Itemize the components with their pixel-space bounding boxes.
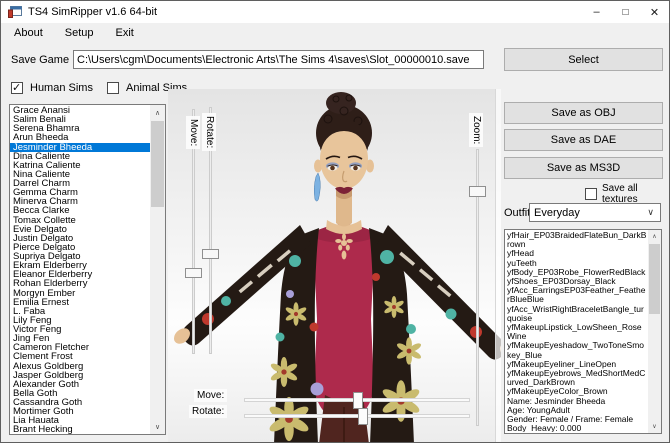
sim-list: Grace Anansi Salim Benali Serena Bhamra Aru… [10,106,150,434]
maximize-icon[interactable]: □ [611,1,640,23]
sim-list-scrollbar[interactable]: ∧ ∨ [150,105,165,434]
zoom-label: Zoom: [469,113,483,148]
chevron-down-icon: ∨ [647,207,654,217]
sim-list-item[interactable]: Tomax Collette [10,216,150,225]
scroll-down-icon[interactable]: ∨ [648,420,661,433]
sim-list-item[interactable]: Minerva Charm [10,197,150,206]
rotate-vertical-slider-thumb[interactable] [202,249,219,259]
sim-list-item[interactable]: L. Faba [10,307,150,316]
sim-list-item[interactable]: Mortimer Goth [10,407,150,416]
select-button[interactable]: Select [504,48,663,71]
scroll-up-icon[interactable]: ∧ [150,105,165,120]
move-vertical-label: Move: [186,116,200,150]
menu-bar: About Setup Exit [1,23,669,43]
zoom-slider-thumb[interactable] [469,186,486,197]
save-as-obj-button[interactable]: Save as OBJ [504,102,663,124]
close-icon[interactable]: ✕ [640,1,669,23]
animal-sims-checkbox[interactable] [107,82,119,94]
sim-list-item[interactable]: Jasper Goldberg [10,371,150,380]
move-horizontal-label: Move: [194,389,228,402]
outfit-dropdown[interactable]: Everyday ∨ [529,203,661,222]
menu-setup[interactable]: Setup [54,24,105,42]
save-all-textures-label: Save all textures [602,183,638,205]
human-sims-checkbox[interactable] [11,81,23,94]
rotate-horizontal-label: Rotate: [189,405,228,418]
sim-list-item[interactable]: Cassandra Goth [10,398,150,407]
rotate-horizontal-slider-thumb[interactable] [358,408,368,425]
save-as-dae-button[interactable]: Save as DAE [504,129,663,151]
move-vertical-slider-thumb[interactable] [185,268,202,278]
sim-list-item[interactable]: Katrina Caliente [10,161,150,170]
sim-list-item[interactable]: Lia Hauata [10,416,150,425]
sim-details-box[interactable]: yfHair_EP03BraidedFlateBun_DarkBrown yfH… [504,229,662,434]
human-sims-label: Human Sims [30,82,93,94]
rotate-vertical-label: Rotate: [202,113,216,152]
viewport-edge [495,89,501,442]
sim-list-item[interactable]: Arun Bheeda [10,133,150,142]
sim-list-item[interactable]: Gemma Charm [10,188,150,197]
sim-listbox[interactable]: Grace Anansi Salim Benali Serena Bhamra Aru… [9,104,166,435]
sim-list-item[interactable]: Victor Feng [10,325,150,334]
sim-list-item[interactable]: Cameron Fletcher [10,343,150,352]
sim-list-item[interactable]: Salim Benali [10,115,150,124]
window-title: TS4 SimRipper v1.6 64-bit [28,6,157,18]
scrollbar-thumb[interactable] [649,244,660,314]
app-icon [8,6,22,18]
sim-details-text: yfHair_EP03BraidedFlateBun_DarkBrown yfH… [507,231,647,432]
title-bar: TS4 SimRipper v1.6 64-bit – □ ✕ [1,1,669,23]
sim-list-item[interactable]: Serena Bhamra [10,124,150,133]
outfit-value: Everyday [534,206,580,219]
scrollbar-thumb[interactable] [151,121,164,207]
sim-list-item[interactable]: Dina Caliente [10,152,150,161]
sim-list-item[interactable]: Becca Clarke [10,206,150,215]
menu-about[interactable]: About [3,24,54,42]
move-horizontal-slider-thumb[interactable] [353,392,363,409]
menu-exit[interactable]: Exit [105,24,145,42]
sim-list-item[interactable]: Bella Goth [10,389,150,398]
human-sims-filter: Human Sims [11,81,93,94]
sim-list-item[interactable]: Darrel Charm [10,179,150,188]
sim-list-item[interactable]: Evie Delgato [10,225,150,234]
sim-list-item[interactable]: Grace Anansi [10,106,150,115]
sim-list-item[interactable]: Jing Fen [10,334,150,343]
sim-list-item[interactable]: Emilia Ernest [10,298,150,307]
sim-list-item[interactable]: Alexander Goth [10,380,150,389]
sim-list-item[interactable]: Alexus Goldberg [10,362,150,371]
scroll-up-icon[interactable]: ∧ [648,230,661,243]
scroll-down-icon[interactable]: ∨ [150,419,165,434]
minimize-icon[interactable]: – [582,1,611,23]
sim-list-item[interactable]: Ekram Elderberry [10,261,150,270]
preview-viewport[interactable]: Move: Rotate: Zoom: Move: Rotate: [168,89,501,442]
sim-list-item[interactable]: Eleanor Elderberry [10,270,150,279]
sim-list-item[interactable]: Supriya Delgato [10,252,150,261]
sim-list-item[interactable]: Justin Delgato [10,234,150,243]
save-all-textures-option: Save all textures [585,183,669,205]
details-scrollbar[interactable]: ∧ ∨ [648,230,661,433]
sim-list-item[interactable]: Morgyn Ember [10,289,150,298]
sim-list-item[interactable]: Lily Feng [10,316,150,325]
save-game-file-input[interactable] [73,50,484,69]
save-as-ms3d-button[interactable]: Save as MS3D [504,157,663,179]
sim-list-item[interactable]: Pierce Delgato [10,243,150,252]
sim-list-item[interactable]: Nina Caliente [10,170,150,179]
sim-list-item[interactable]: Clement Frost [10,352,150,361]
sim-list-item[interactable]: Rohan Elderberry [10,279,150,288]
sim-list-item[interactable]: Brant Hecking [10,425,150,434]
sim-list-item[interactable]: Jesminder Bheeda [10,142,150,152]
save-all-textures-checkbox[interactable] [585,188,597,200]
app-window: TS4 SimRipper v1.6 64-bit – □ ✕ About Se… [0,0,670,443]
rotate-horizontal-slider-track[interactable] [244,414,470,418]
